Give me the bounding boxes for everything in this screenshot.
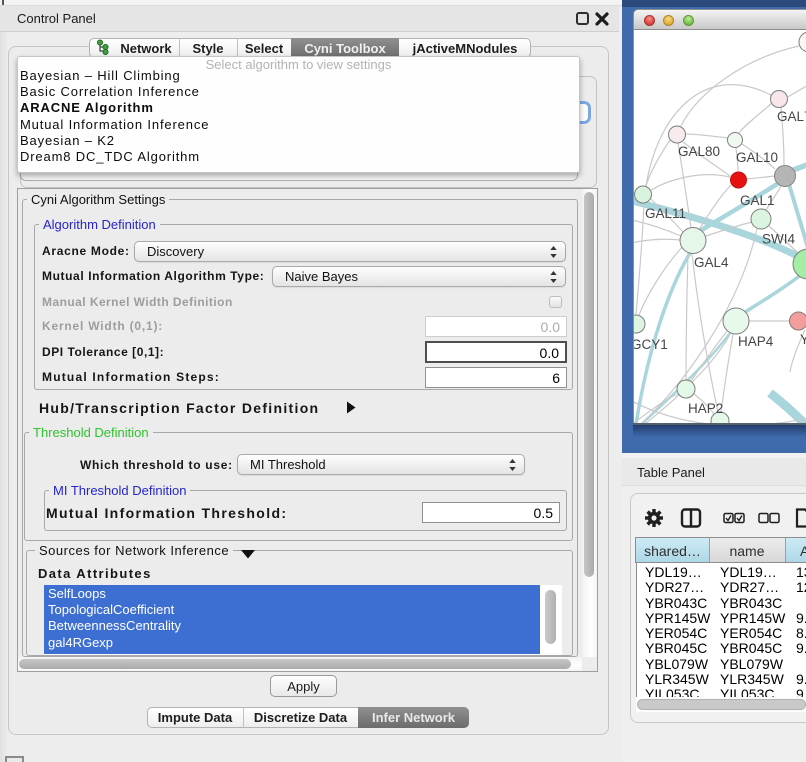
svg-text:GAL1: GAL1 — [740, 193, 775, 208]
svg-text:GCY1: GCY1 — [634, 337, 668, 352]
svg-text:Y: Y — [800, 332, 806, 347]
svg-text:HAP2: HAP2 — [688, 401, 723, 416]
svg-text:HAP4: HAP4 — [738, 334, 774, 349]
svg-text:GAL11: GAL11 — [645, 206, 686, 221]
svg-text:GAL4: GAL4 — [694, 255, 729, 270]
svg-text:GAL7: GAL7 — [777, 109, 806, 124]
svg-text:GAL80: GAL80 — [678, 144, 720, 159]
svg-text:SWI4: SWI4 — [762, 232, 795, 247]
svg-text:GAL10: GAL10 — [736, 150, 778, 165]
